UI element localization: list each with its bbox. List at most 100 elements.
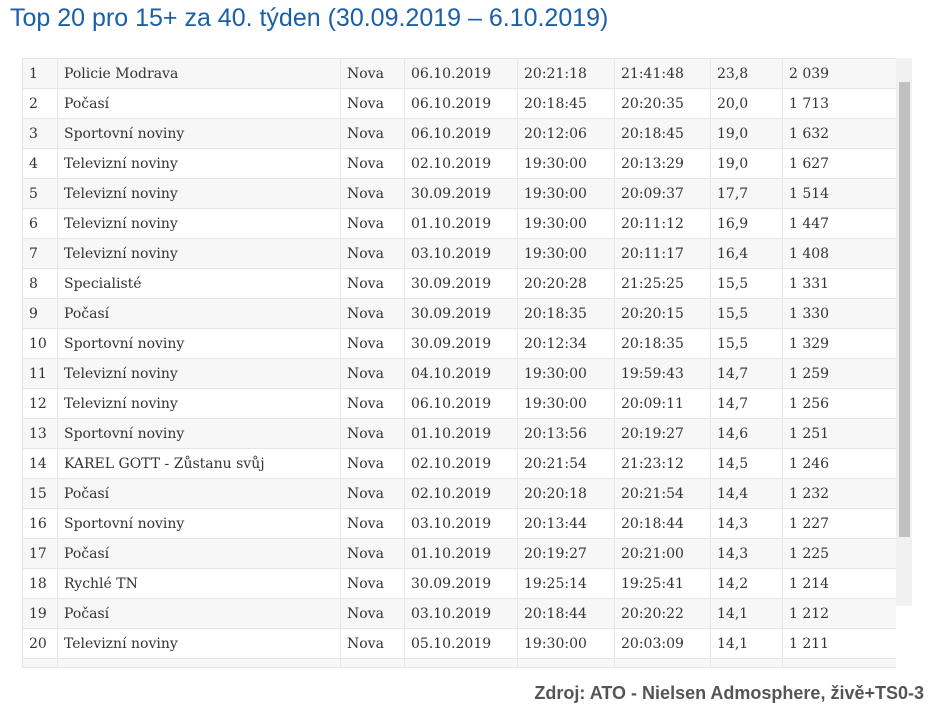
rank-cell: 8 [22, 268, 58, 299]
scrollbar-thumb[interactable] [899, 82, 910, 537]
rating-cell: 14,7 [710, 388, 783, 419]
program-cell: Specialisté [57, 268, 341, 299]
date-cell: 01.10.2019 [404, 418, 518, 449]
vertical-scrollbar[interactable] [896, 58, 912, 606]
start-time-cell: 20:18:44 [517, 598, 615, 629]
channel-cell: Nova [340, 238, 405, 269]
start-time-cell: 20:13:44 [517, 508, 615, 539]
start-time-cell: 19:30:00 [517, 178, 615, 209]
program-cell: Rychlé TN [57, 568, 341, 599]
table-row: 15 Počasí Nova 02.10.2019 20:20:18 20:21:54 14… [22, 478, 896, 509]
rank-cell: 20 [22, 628, 58, 659]
empty-cell [57, 658, 341, 668]
program-cell: Sportovní noviny [57, 508, 341, 539]
date-cell: 30.09.2019 [404, 298, 518, 329]
page-title: Top 20 pro 15+ za 40. týden (30.09.2019 … [10, 4, 609, 32]
viewers-cell: 1 211 [782, 628, 896, 659]
date-cell: 30.09.2019 [404, 328, 518, 359]
rank-cell: 13 [22, 418, 58, 449]
end-time-cell: 20:09:37 [614, 178, 711, 209]
viewers-cell: 1 447 [782, 208, 896, 239]
channel-cell: Nova [340, 418, 405, 449]
channel-cell: Nova [340, 508, 405, 539]
table-row: 10 Sportovní noviny Nova 30.09.2019 20:12:34… [22, 328, 896, 359]
table-scroll-area[interactable]: 1 Policie Modrava Nova 06.10.2019 20:21:18 21… [22, 58, 896, 668]
end-time-cell: 20:19:27 [614, 418, 711, 449]
date-cell: 01.10.2019 [404, 208, 518, 239]
channel-cell: Nova [340, 358, 405, 389]
date-cell: 05.10.2019 [404, 628, 518, 659]
end-time-cell: 21:41:48 [614, 58, 711, 89]
rating-cell: 16,4 [710, 238, 783, 269]
start-time-cell: 20:18:35 [517, 298, 615, 329]
rating-cell: 14,1 [710, 598, 783, 629]
start-time-cell: 19:30:00 [517, 238, 615, 269]
rating-cell: 17,7 [710, 178, 783, 209]
viewers-cell: 1 212 [782, 598, 896, 629]
date-cell: 03.10.2019 [404, 508, 518, 539]
source-note: Zdroj: ATO - Nielsen Admosphere, živě+TS… [534, 683, 924, 703]
channel-cell: Nova [340, 388, 405, 419]
rank-cell: 12 [22, 388, 58, 419]
ratings-table: 1 Policie Modrava Nova 06.10.2019 20:21:18 21… [22, 58, 896, 668]
viewers-cell: 1 214 [782, 568, 896, 599]
viewers-cell: 1 627 [782, 148, 896, 179]
table-row: 14 KAREL GOTT - Zůstanu svůj Nova 02.10.201… [22, 448, 896, 479]
table-frame: 1 Policie Modrava Nova 06.10.2019 20:21:18 21… [22, 58, 912, 668]
program-cell: Počasí [57, 478, 341, 509]
date-cell: 06.10.2019 [404, 118, 518, 149]
table-row: 18 Rychlé TN Nova 30.09.2019 19:25:14 19:25:4… [22, 568, 896, 599]
program-cell: KAREL GOTT - Zůstanu svůj [57, 448, 341, 479]
rating-cell: 14,2 [710, 568, 783, 599]
channel-cell: Nova [340, 598, 405, 629]
table-row: 16 Sportovní noviny Nova 03.10.2019 20:13:44… [22, 508, 896, 539]
viewers-cell: 1 227 [782, 508, 896, 539]
channel-cell: Nova [340, 88, 405, 119]
end-time-cell: 21:25:25 [614, 268, 711, 299]
table-row: 19 Počasí Nova 03.10.2019 20:18:44 20:20:22 14… [22, 598, 896, 629]
end-time-cell: 20:18:35 [614, 328, 711, 359]
rank-cell: 11 [22, 358, 58, 389]
date-cell: 30.09.2019 [404, 178, 518, 209]
empty-cell [614, 658, 711, 668]
table-row: 17 Počasí Nova 01.10.2019 20:19:27 20:21:00 14… [22, 538, 896, 569]
rating-cell: 14,7 [710, 358, 783, 389]
rating-cell: 14,5 [710, 448, 783, 479]
rating-cell: 14,1 [710, 628, 783, 659]
end-time-cell: 20:11:12 [614, 208, 711, 239]
rating-cell: 15,5 [710, 268, 783, 299]
start-time-cell: 20:12:06 [517, 118, 615, 149]
date-cell: 01.10.2019 [404, 538, 518, 569]
channel-cell: Nova [340, 448, 405, 479]
end-time-cell: 21:23:12 [614, 448, 711, 479]
table-row: 6 Televizní noviny Nova 01.10.2019 19:30:00 2… [22, 208, 896, 239]
rank-cell: 16 [22, 508, 58, 539]
viewers-cell: 1 225 [782, 538, 896, 569]
program-cell: Televizní noviny [57, 208, 341, 239]
channel-cell: Nova [340, 58, 405, 89]
start-time-cell: 20:21:54 [517, 448, 615, 479]
viewers-cell: 1 329 [782, 328, 896, 359]
program-cell: Televizní noviny [57, 238, 341, 269]
rating-cell: 14,3 [710, 538, 783, 569]
viewers-cell: 1 713 [782, 88, 896, 119]
end-time-cell: 20:20:15 [614, 298, 711, 329]
program-cell: Počasí [57, 538, 341, 569]
rank-cell: 19 [22, 598, 58, 629]
start-time-cell: 20:18:45 [517, 88, 615, 119]
start-time-cell: 19:30:00 [517, 388, 615, 419]
start-time-cell: 19:30:00 [517, 628, 615, 659]
viewers-cell: 1 514 [782, 178, 896, 209]
rank-cell: 3 [22, 118, 58, 149]
viewers-cell: 1 256 [782, 388, 896, 419]
empty-cell [782, 658, 896, 668]
start-time-cell: 19:25:14 [517, 568, 615, 599]
rating-cell: 20,0 [710, 88, 783, 119]
viewers-cell: 1 330 [782, 298, 896, 329]
channel-cell: Nova [340, 328, 405, 359]
program-cell: Policie Modrava [57, 58, 341, 89]
table-row: 9 Počasí Nova 30.09.2019 20:18:35 20:20:15 15,… [22, 298, 896, 329]
start-time-cell: 19:30:00 [517, 148, 615, 179]
end-time-cell: 20:21:00 [614, 538, 711, 569]
viewers-cell: 1 632 [782, 118, 896, 149]
